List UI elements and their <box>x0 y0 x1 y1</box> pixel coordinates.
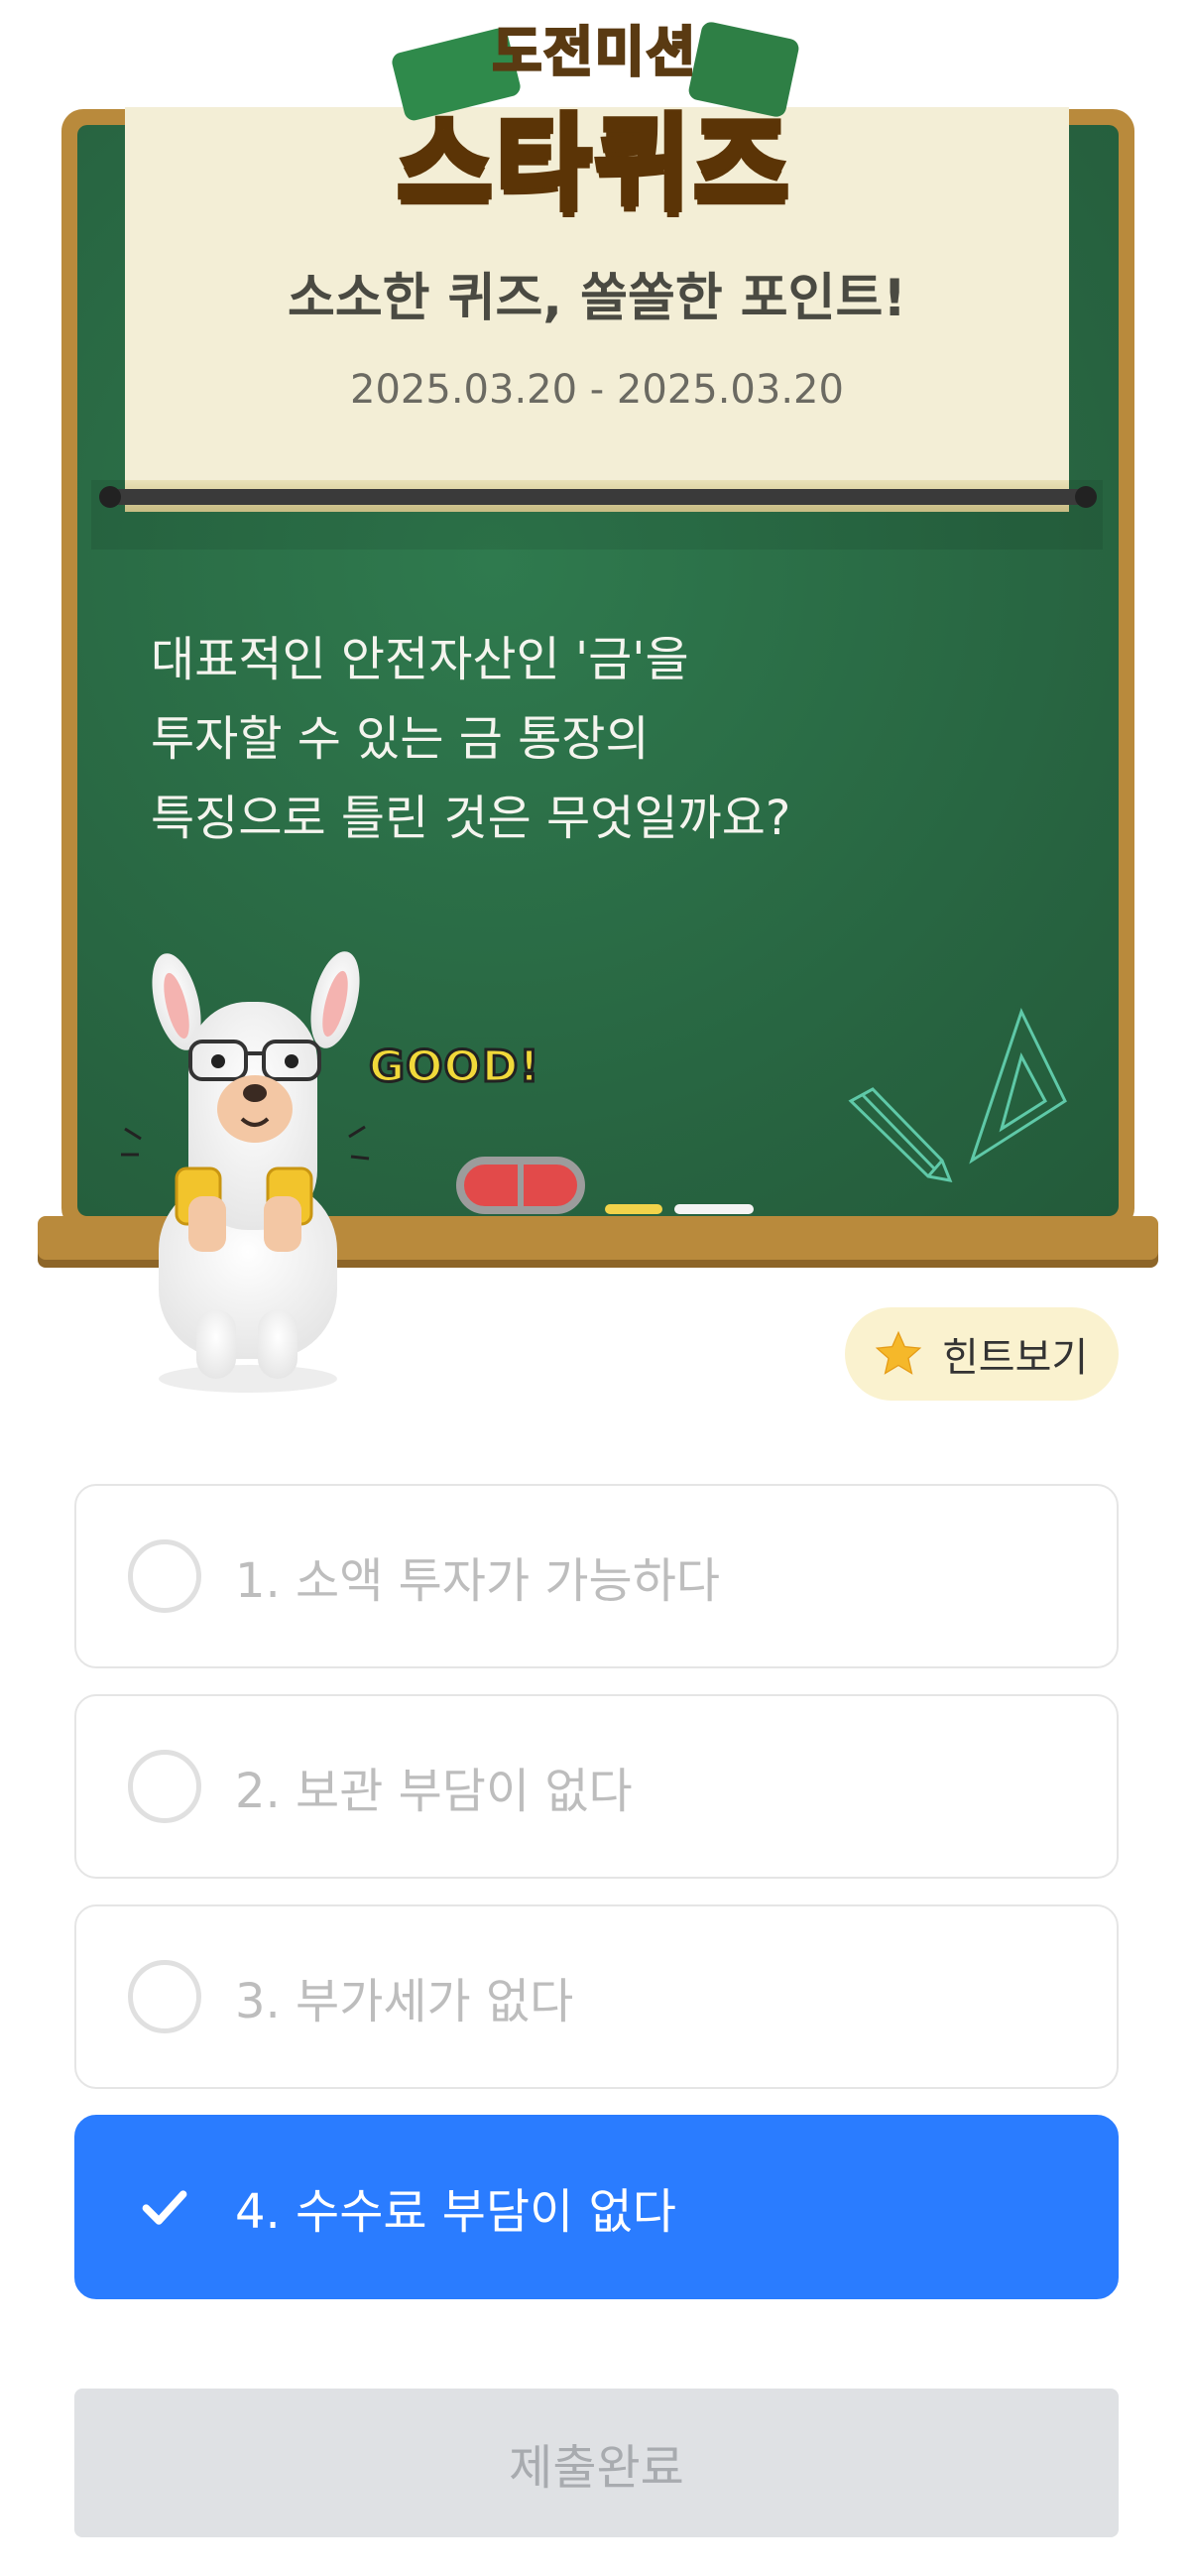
eraser-divider <box>518 1163 524 1208</box>
triangle-ruler-doodle-icon <box>969 1008 1067 1165</box>
radio-unchecked-icon[interactable] <box>128 1960 201 2033</box>
star-icon <box>875 1330 922 1375</box>
option-label: 2. 보관 부담이 없다 <box>235 1764 633 1819</box>
event-date-range: 2025.03.20 - 2025.03.20 <box>350 367 844 413</box>
scroll-rod-end-left <box>99 486 121 508</box>
answer-option-2[interactable]: 2. 보관 부담이 없다 <box>74 1694 1119 1879</box>
question-line: 대표적인 안전자산인 '금'을 <box>151 632 689 687</box>
question-line: 투자할 수 있는 금 통장의 <box>151 711 650 767</box>
pencil-doodle-icon <box>848 1087 953 1182</box>
answer-option-1[interactable]: 1. 소액 투자가 가능하다 <box>74 1484 1119 1668</box>
question-line: 특징으로 틀린 것은 무엇일까요? <box>151 791 791 846</box>
option-label: 1. 소액 투자가 가능하다 <box>235 1553 721 1609</box>
hint-button[interactable]: 힌트보기 <box>845 1307 1119 1401</box>
scroll-rod-end-right <box>1075 486 1097 508</box>
star-quiz-logo: 도전미션 스타퀴즈 <box>377 0 813 228</box>
option-label: 3. 부가세가 없다 <box>235 1974 574 2029</box>
checkmark-icon[interactable] <box>128 2170 201 2244</box>
alpaca-mascot <box>121 951 370 1393</box>
answer-option-3[interactable]: 3. 부가세가 없다 <box>74 1904 1119 2089</box>
good-sticker: GOOD! <box>368 1041 541 1094</box>
page-title: 소소한 퀴즈, 쏠쏠한 포인트! <box>287 269 907 328</box>
submit-button[interactable]: 제출완료 <box>74 2389 1119 2537</box>
quiz-question: 대표적인 안전자산인 '금'을 투자할 수 있는 금 통장의 특징으로 틀린 것… <box>151 620 1004 858</box>
option-label: 4. 수수료 부담이 없다 <box>235 2184 676 2240</box>
answer-option-4[interactable]: 4. 수수료 부담이 없다 <box>74 2115 1119 2299</box>
white-chalk-icon <box>674 1204 754 1214</box>
scroll-rod <box>103 489 1091 505</box>
logo-title: 스타퀴즈 <box>395 100 793 227</box>
logo-subtitle: 도전미션 <box>491 20 698 85</box>
radio-unchecked-icon[interactable] <box>128 1539 201 1613</box>
yellow-chalk-icon <box>605 1204 662 1214</box>
radio-unchecked-icon[interactable] <box>128 1750 201 1823</box>
hint-label: 힌트보기 <box>942 1335 1089 1381</box>
